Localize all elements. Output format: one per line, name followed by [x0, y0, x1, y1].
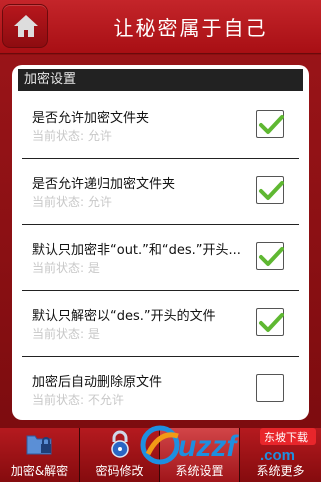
setting-checkbox[interactable] [256, 110, 284, 138]
title-bar: 让秘密属于自己 [0, 0, 321, 54]
setting-status: 当前状态: 允许 [32, 129, 112, 143]
settings-panel: 加密设置 是否允许加密文件夹 当前状态: 允许 是否允许递归加密文件夹 当前状态… [12, 65, 309, 420]
checkmark-icon [259, 181, 284, 200]
watermark-brand: uzzf [178, 430, 239, 463]
home-icon [14, 15, 38, 37]
padlock-icon [111, 430, 129, 458]
setting-status: 当前状态: 是 [32, 327, 100, 341]
setting-title: 是否允许加密文件夹 [32, 111, 150, 126]
setting-checkbox[interactable] [256, 242, 284, 270]
setting-title: 是否允许递归加密文件夹 [32, 177, 176, 192]
section-header: 加密设置 [18, 69, 303, 91]
checkmark-icon [259, 313, 284, 332]
watermark-domain: .com [260, 447, 295, 464]
setting-checkbox[interactable] [256, 374, 284, 402]
setting-checkbox[interactable] [256, 176, 284, 204]
setting-row-decrypt-prefix[interactable]: 默认只解密以“des.”开头的文件 当前状态: 是 [22, 291, 299, 357]
setting-title: 加密后自动删除原文件 [32, 375, 163, 390]
checkmark-icon [259, 115, 284, 134]
setting-status: 当前状态: 允许 [32, 195, 112, 209]
tab-label: 加密&解密 [10, 464, 69, 478]
setting-checkbox[interactable] [256, 308, 284, 336]
setting-row-delete-original[interactable]: 加密后自动删除原文件 当前状态: 不允许 [22, 357, 299, 420]
home-button[interactable] [2, 4, 48, 48]
setting-row-recursive-encrypt[interactable]: 是否允许递归加密文件夹 当前状态: 允许 [22, 159, 299, 225]
setting-title: 默认只加密非“out.”和“des.”开头... [32, 243, 241, 258]
uzzf-watermark-logo: uzzf 东坡下载 .com [140, 425, 316, 465]
setting-status: 当前状态: 不允许 [32, 393, 124, 407]
content-area: 加密设置 是否允许加密文件夹 当前状态: 允许 是否允许递归加密文件夹 当前状态… [0, 55, 321, 428]
watermark-tagline: 东坡下载 [264, 431, 308, 444]
setting-row-encrypt-prefix[interactable]: 默认只加密非“out.”和“des.”开头... 当前状态: 是 [22, 225, 299, 291]
page-title: 让秘密属于自己 [113, 16, 268, 40]
setting-status: 当前状态: 是 [32, 261, 100, 275]
setting-row-encrypt-folder[interactable]: 是否允许加密文件夹 当前状态: 允许 [22, 93, 299, 159]
tab-encrypt-decrypt[interactable]: 加密&解密 [0, 428, 80, 482]
checkmark-icon [259, 247, 284, 266]
setting-title: 默认只解密以“des.”开头的文件 [32, 309, 216, 324]
folder-lock-icon [26, 435, 52, 455]
